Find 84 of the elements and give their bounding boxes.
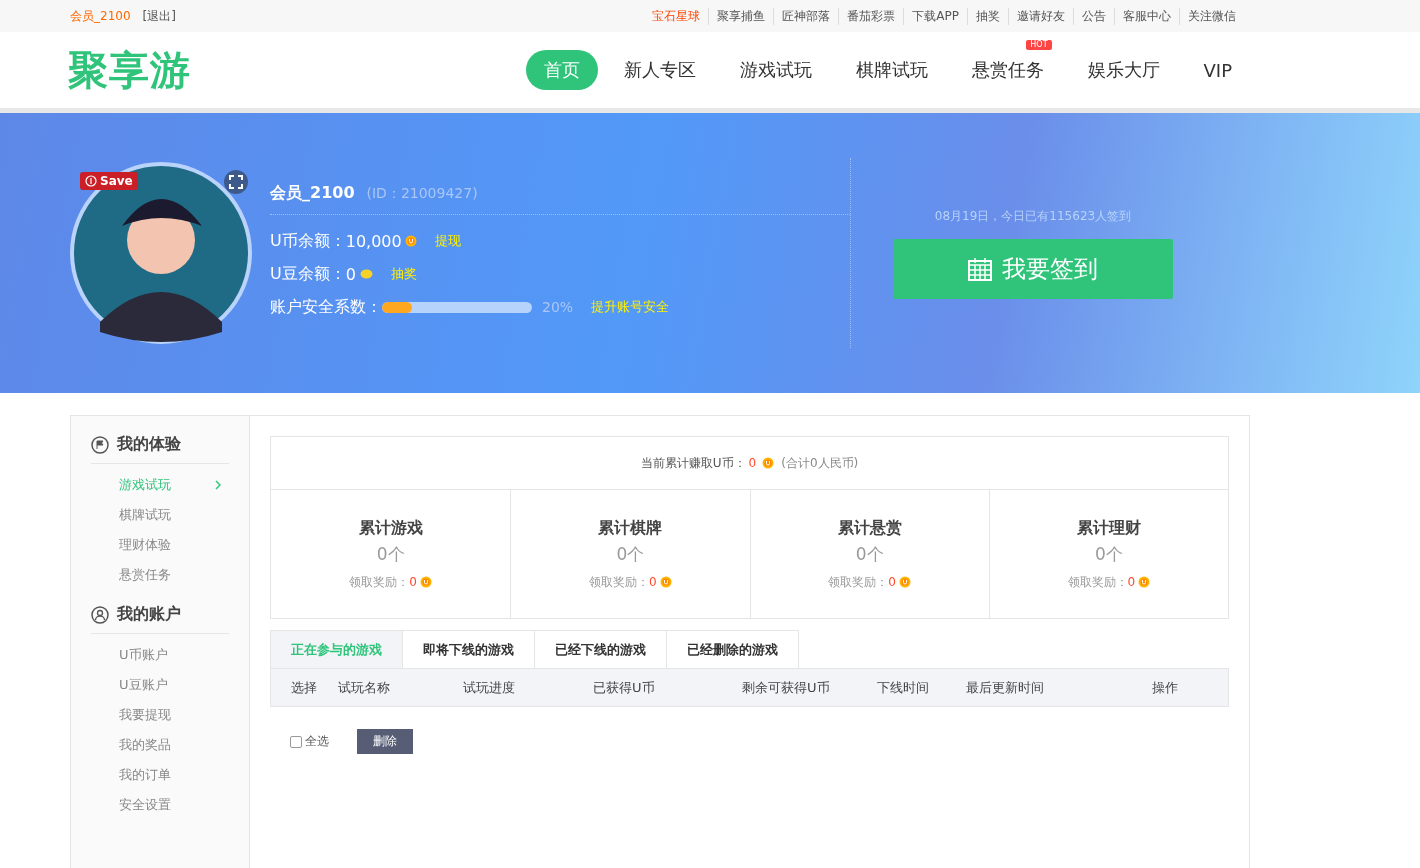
- user-icon: [91, 605, 109, 624]
- user-name: 会员_2100: [270, 182, 355, 204]
- sidebar-item[interactable]: 悬赏任务: [91, 560, 229, 590]
- top-link[interactable]: 邀请好友: [1008, 7, 1073, 25]
- sidebar-item[interactable]: 我的订单: [91, 760, 229, 790]
- reward-label: 领取奖励：: [828, 573, 889, 591]
- stat-count: 0个: [1094, 542, 1123, 566]
- tab[interactable]: 已经下线的游戏: [535, 630, 667, 668]
- top-link[interactable]: 聚享捕鱼: [708, 7, 774, 25]
- stat-count: 0个: [376, 542, 405, 566]
- reward-value: 0: [888, 575, 896, 589]
- sidebar-item[interactable]: U币账户: [91, 640, 229, 670]
- stat-count: 0个: [616, 542, 645, 566]
- coin-icon: [404, 235, 417, 247]
- hot-badge: HOT: [1026, 40, 1052, 50]
- reward-value: 0: [1127, 575, 1136, 589]
- top-link[interactable]: 宝石星球: [644, 7, 709, 25]
- column-header: 剩余可获得U币: [742, 678, 831, 697]
- coin-icon: [898, 576, 911, 588]
- summary-label: 当前累计赚取U币：: [640, 454, 746, 472]
- top-link[interactable]: 抽奖: [967, 7, 1008, 25]
- column-header: 已获得U币: [593, 678, 656, 697]
- logout-link[interactable]: [退出]: [142, 7, 176, 25]
- top-link[interactable]: 客服中心: [1114, 7, 1179, 25]
- expand-icon[interactable]: [224, 170, 248, 194]
- top-link[interactable]: 下载APP: [903, 7, 967, 25]
- top-link[interactable]: 匠神部落: [773, 7, 839, 25]
- nav-item[interactable]: 娱乐大厅: [1069, 50, 1178, 90]
- coin-icon: [762, 457, 775, 469]
- column-header: 选择: [291, 678, 318, 697]
- column-header: 最后更新时间: [966, 678, 1045, 697]
- reward-value: 0: [649, 575, 657, 589]
- ucoin-value: 10,000: [345, 231, 402, 251]
- sidebar-item[interactable]: 我要提现: [91, 700, 229, 730]
- coin-icon: [659, 576, 672, 588]
- checkbox[interactable]: [290, 735, 302, 748]
- stat-count: 0个: [855, 542, 884, 566]
- ubean-value: 0: [345, 264, 356, 284]
- stat-title: 累计棋牌: [598, 517, 663, 539]
- sidebar-item[interactable]: 理财体验: [91, 530, 229, 560]
- bean-icon: [359, 269, 373, 279]
- checkin-note: 08月19日，今日已有115623人签到: [934, 207, 1132, 225]
- ubean-label: U豆余额：: [270, 263, 346, 285]
- nav-item[interactable]: VIP: [1185, 51, 1250, 89]
- section-title: 我的体验: [117, 434, 181, 455]
- coin-icon: [1138, 576, 1151, 588]
- column-header: 试玩名称: [338, 678, 391, 697]
- top-link[interactable]: 关注微信: [1179, 7, 1244, 25]
- user-id: (ID：21009427): [366, 184, 478, 203]
- nav-item[interactable]: 悬赏任务: [953, 50, 1062, 90]
- calendar-icon: [968, 256, 992, 281]
- security-percent: 20%: [542, 299, 574, 315]
- sidebar-item[interactable]: 我的奖品: [91, 730, 229, 760]
- reward-label: 领取奖励：: [1067, 573, 1128, 591]
- ucoin-label: U币余额：: [270, 230, 346, 252]
- reward-label: 领取奖励：: [589, 573, 650, 591]
- top-link[interactable]: 番茄彩票: [838, 7, 904, 25]
- stat-title: 累计理财: [1076, 517, 1141, 539]
- sidebar-item[interactable]: 棋牌试玩: [91, 500, 229, 530]
- sidebar-item[interactable]: U豆账户: [91, 670, 229, 700]
- column-header: 下线时间: [877, 678, 930, 697]
- stat-title: 累计悬赏: [837, 517, 902, 539]
- nav-item[interactable]: 棋牌试玩: [837, 50, 946, 90]
- reward-value: 0: [409, 575, 417, 589]
- security-label: 账户安全系数：: [270, 296, 382, 318]
- sidebar-item[interactable]: 安全设置: [91, 790, 229, 820]
- section-title: 我的账户: [117, 604, 181, 625]
- flag-icon: [91, 435, 109, 454]
- tab[interactable]: 已经删除的游戏: [667, 630, 799, 668]
- summary-value: 0: [748, 456, 757, 470]
- chevron-right-icon: [215, 480, 221, 490]
- nav-item[interactable]: 游戏试玩: [721, 50, 830, 90]
- coin-icon: [419, 576, 432, 588]
- summary-note: (合计0人民币): [781, 454, 859, 472]
- column-header: 试玩进度: [463, 678, 516, 697]
- tab[interactable]: 即将下线的游戏: [403, 630, 535, 668]
- top-link[interactable]: 公告: [1073, 7, 1114, 25]
- delete-button[interactable]: 删除: [357, 729, 413, 754]
- select-all-label: 全选: [305, 733, 329, 750]
- nav-item[interactable]: 新人专区: [605, 50, 714, 90]
- reward-label: 领取奖励：: [349, 573, 410, 591]
- save-button[interactable]: Save: [80, 172, 138, 190]
- stat-title: 累计游戏: [358, 517, 423, 539]
- column-header: 操作: [1152, 678, 1179, 697]
